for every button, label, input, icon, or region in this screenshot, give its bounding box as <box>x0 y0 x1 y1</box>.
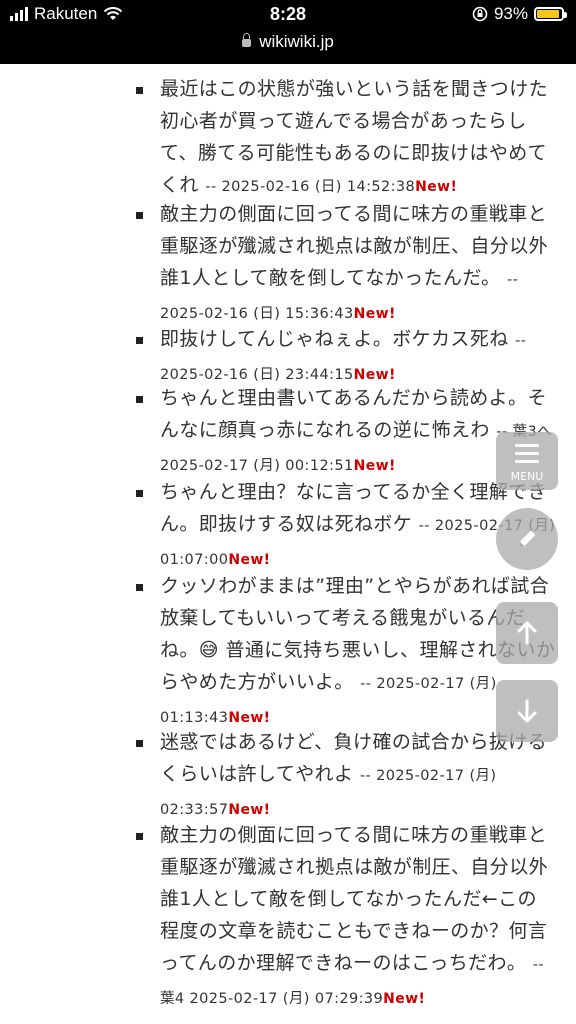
new-badge: New! <box>228 710 271 726</box>
pencil-icon <box>519 530 536 547</box>
comment-item: 最近はこの状態が強いという話を聞きつけた初心者が買って遊んでる場合があったらして… <box>136 73 556 203</box>
new-badge: New! <box>353 306 396 322</box>
new-badge: New! <box>228 552 271 568</box>
comment-item: 敵主力の側面に回ってる間に味方の重戦車と重駆逐が殲滅され拠点は敵が制圧、自分以外… <box>136 198 556 330</box>
scroll-up-button[interactable] <box>496 602 558 664</box>
new-badge: New! <box>383 991 426 1007</box>
comment-text: 敵主力の側面に回ってる間に味方の重戦車と重駆逐が殲滅され拠点は敵が制圧、自分以外… <box>160 824 549 974</box>
menu-button[interactable]: MENU <box>496 432 558 490</box>
address-bar[interactable]: wikiwiki.jp <box>0 32 576 52</box>
comment-item: 迷惑ではあるけど、負け確の試合から抜けるくらいは許してやれよ -- 2025-0… <box>136 726 556 826</box>
new-badge: New! <box>353 367 396 383</box>
new-badge: New! <box>415 179 458 195</box>
new-badge: New! <box>228 802 271 818</box>
arrow-up-icon <box>517 621 537 645</box>
comment-text: 即抜けしてんじゃねぇよ。ボケカス死ね <box>160 328 509 350</box>
orientation-lock-icon <box>472 6 488 22</box>
battery-percent: 93% <box>493 4 528 23</box>
status-bar: Rakuten 8:28 93% wikiwiki.jp <box>0 0 576 64</box>
comment-item: 敵主力の側面に回ってる間に味方の重戦車と重駆逐が殲滅され拠点は敵が制圧、自分以外… <box>136 819 556 1015</box>
arrow-down-icon <box>517 699 537 723</box>
url-text: wikiwiki.jp <box>259 32 334 51</box>
lock-icon <box>242 33 252 47</box>
new-badge: New! <box>353 458 396 474</box>
hamburger-icon <box>515 444 539 468</box>
battery-icon <box>534 7 567 21</box>
menu-label: MENU <box>510 470 544 483</box>
comment-text: 敵主力の側面に回ってる間に味方の重戦車と重駆逐が殲滅され拠点は敵が制圧、自分以外… <box>160 203 549 289</box>
comment-item: ちゃんと理由？なに言ってるか全く理解できん。即抜けする奴は死ねボケ -- 202… <box>136 476 556 576</box>
battery-info: 93% <box>472 4 567 24</box>
scroll-down-button[interactable] <box>496 680 558 742</box>
comment-meta: -- 2025-02-16 (日) 14:52:38 <box>205 179 416 195</box>
edit-button[interactable] <box>496 508 558 570</box>
comment-item: 即抜けしてんじゃねぇよ。ボケカス死ね -- 2025-02-16 (日) 23:… <box>136 323 556 391</box>
comment-text: ちゃんと理由書いてあるんだから読めよ。そんなに顔真っ赤になれるの逆に怖えわ <box>160 387 547 441</box>
